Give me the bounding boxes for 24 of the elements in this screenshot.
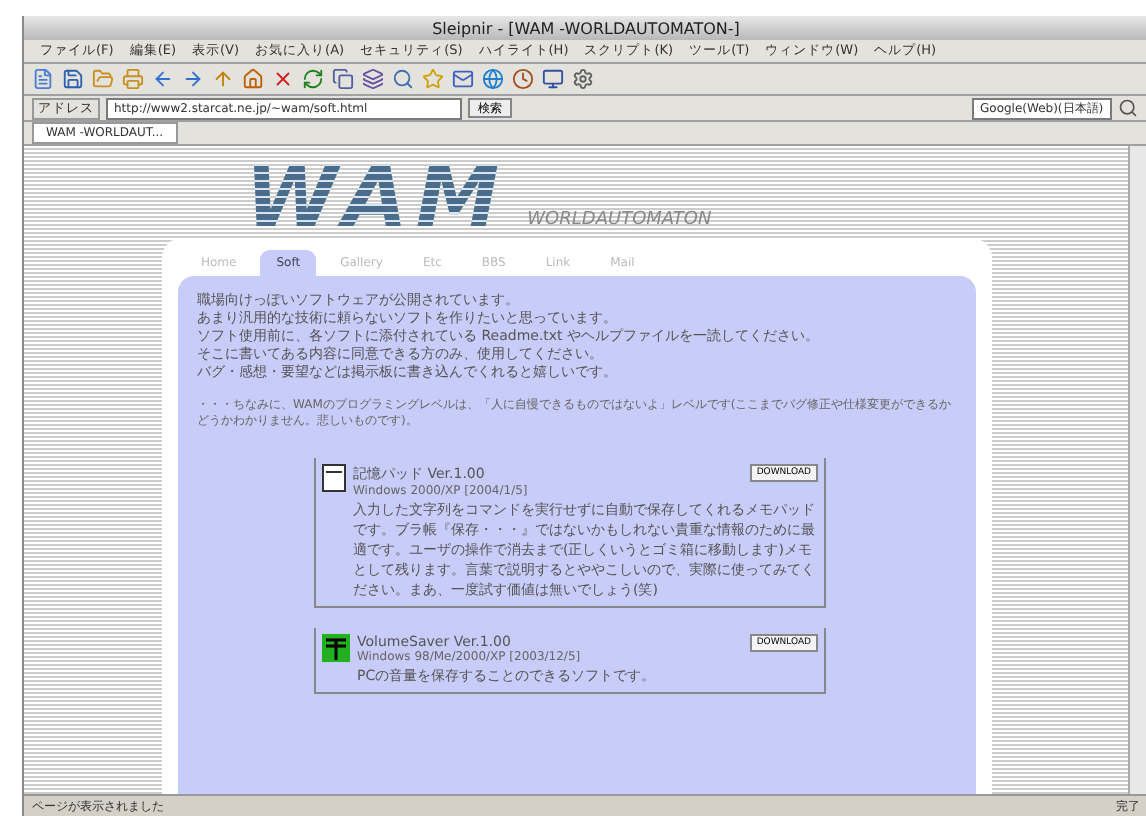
window-title: Sleipnir - [WAM -WORLDAUTOMATON-] [24, 16, 1146, 40]
globe-icon[interactable] [482, 68, 504, 90]
clock-icon[interactable] [512, 68, 534, 90]
home-icon[interactable] [242, 68, 264, 90]
settings-icon[interactable] [572, 68, 594, 90]
folder-icon[interactable] [92, 68, 114, 90]
notepad-icon [321, 464, 345, 492]
layers-icon[interactable] [362, 68, 384, 90]
forward-icon[interactable] [182, 68, 204, 90]
scrollbar[interactable] [1128, 146, 1146, 794]
refresh-icon[interactable] [302, 68, 324, 90]
back-icon[interactable] [152, 68, 174, 90]
printer-icon[interactable] [122, 68, 144, 90]
up-arrow-icon[interactable] [212, 68, 234, 90]
save-icon[interactable] [62, 68, 84, 90]
site-subtitle: WORLDAUTOMATON [527, 210, 712, 234]
monitor-icon[interactable] [542, 68, 564, 90]
search-icon[interactable] [1118, 97, 1140, 119]
document-icon[interactable] [32, 68, 54, 90]
copy-icon[interactable] [332, 68, 354, 90]
close-icon[interactable] [272, 68, 294, 90]
star-icon[interactable] [422, 68, 444, 90]
mail-icon[interactable] [452, 68, 474, 90]
search-icon[interactable] [392, 68, 414, 90]
